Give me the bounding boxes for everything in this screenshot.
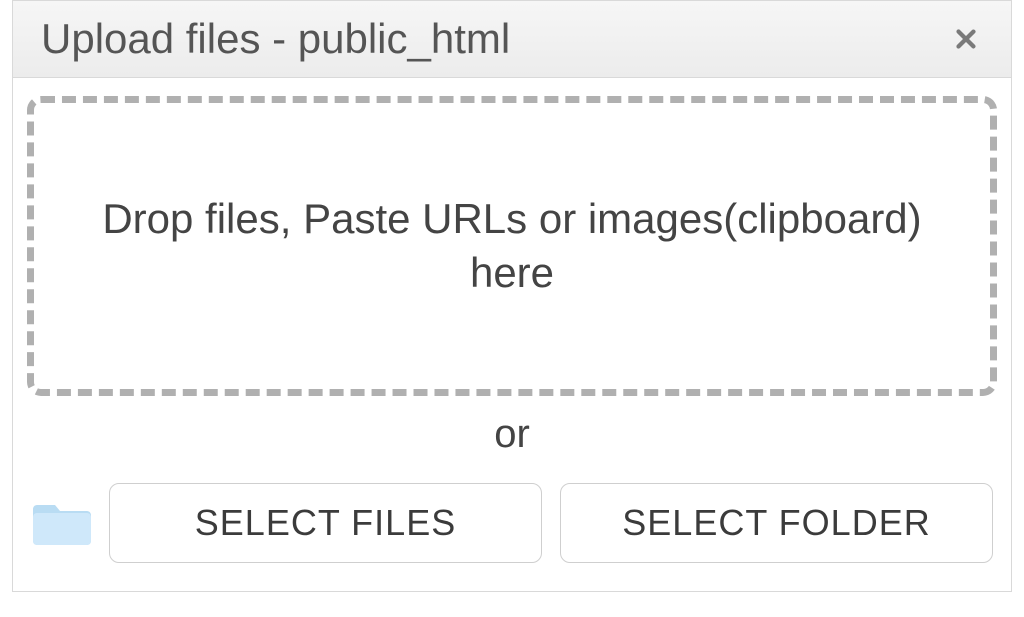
dialog-body: Drop files, Paste URLs or images(clipboa… <box>13 78 1011 591</box>
file-dropzone[interactable]: Drop files, Paste URLs or images(clipboa… <box>27 96 997 396</box>
dialog-title: Upload files - public_html <box>41 15 510 63</box>
separator-label: or <box>27 412 997 457</box>
select-folder-button[interactable]: SELECT FOLDER <box>560 483 993 563</box>
close-icon <box>949 22 983 56</box>
folder-icon <box>33 499 91 547</box>
dialog-header: Upload files - public_html <box>13 0 1011 78</box>
upload-dialog: Upload files - public_html Drop files, P… <box>12 0 1012 592</box>
actions-row: SELECT FILES SELECT FOLDER <box>27 483 997 563</box>
dropzone-instructions: Drop files, Paste URLs or images(clipboa… <box>34 192 990 300</box>
close-button[interactable] <box>945 18 987 60</box>
select-files-button[interactable]: SELECT FILES <box>109 483 542 563</box>
